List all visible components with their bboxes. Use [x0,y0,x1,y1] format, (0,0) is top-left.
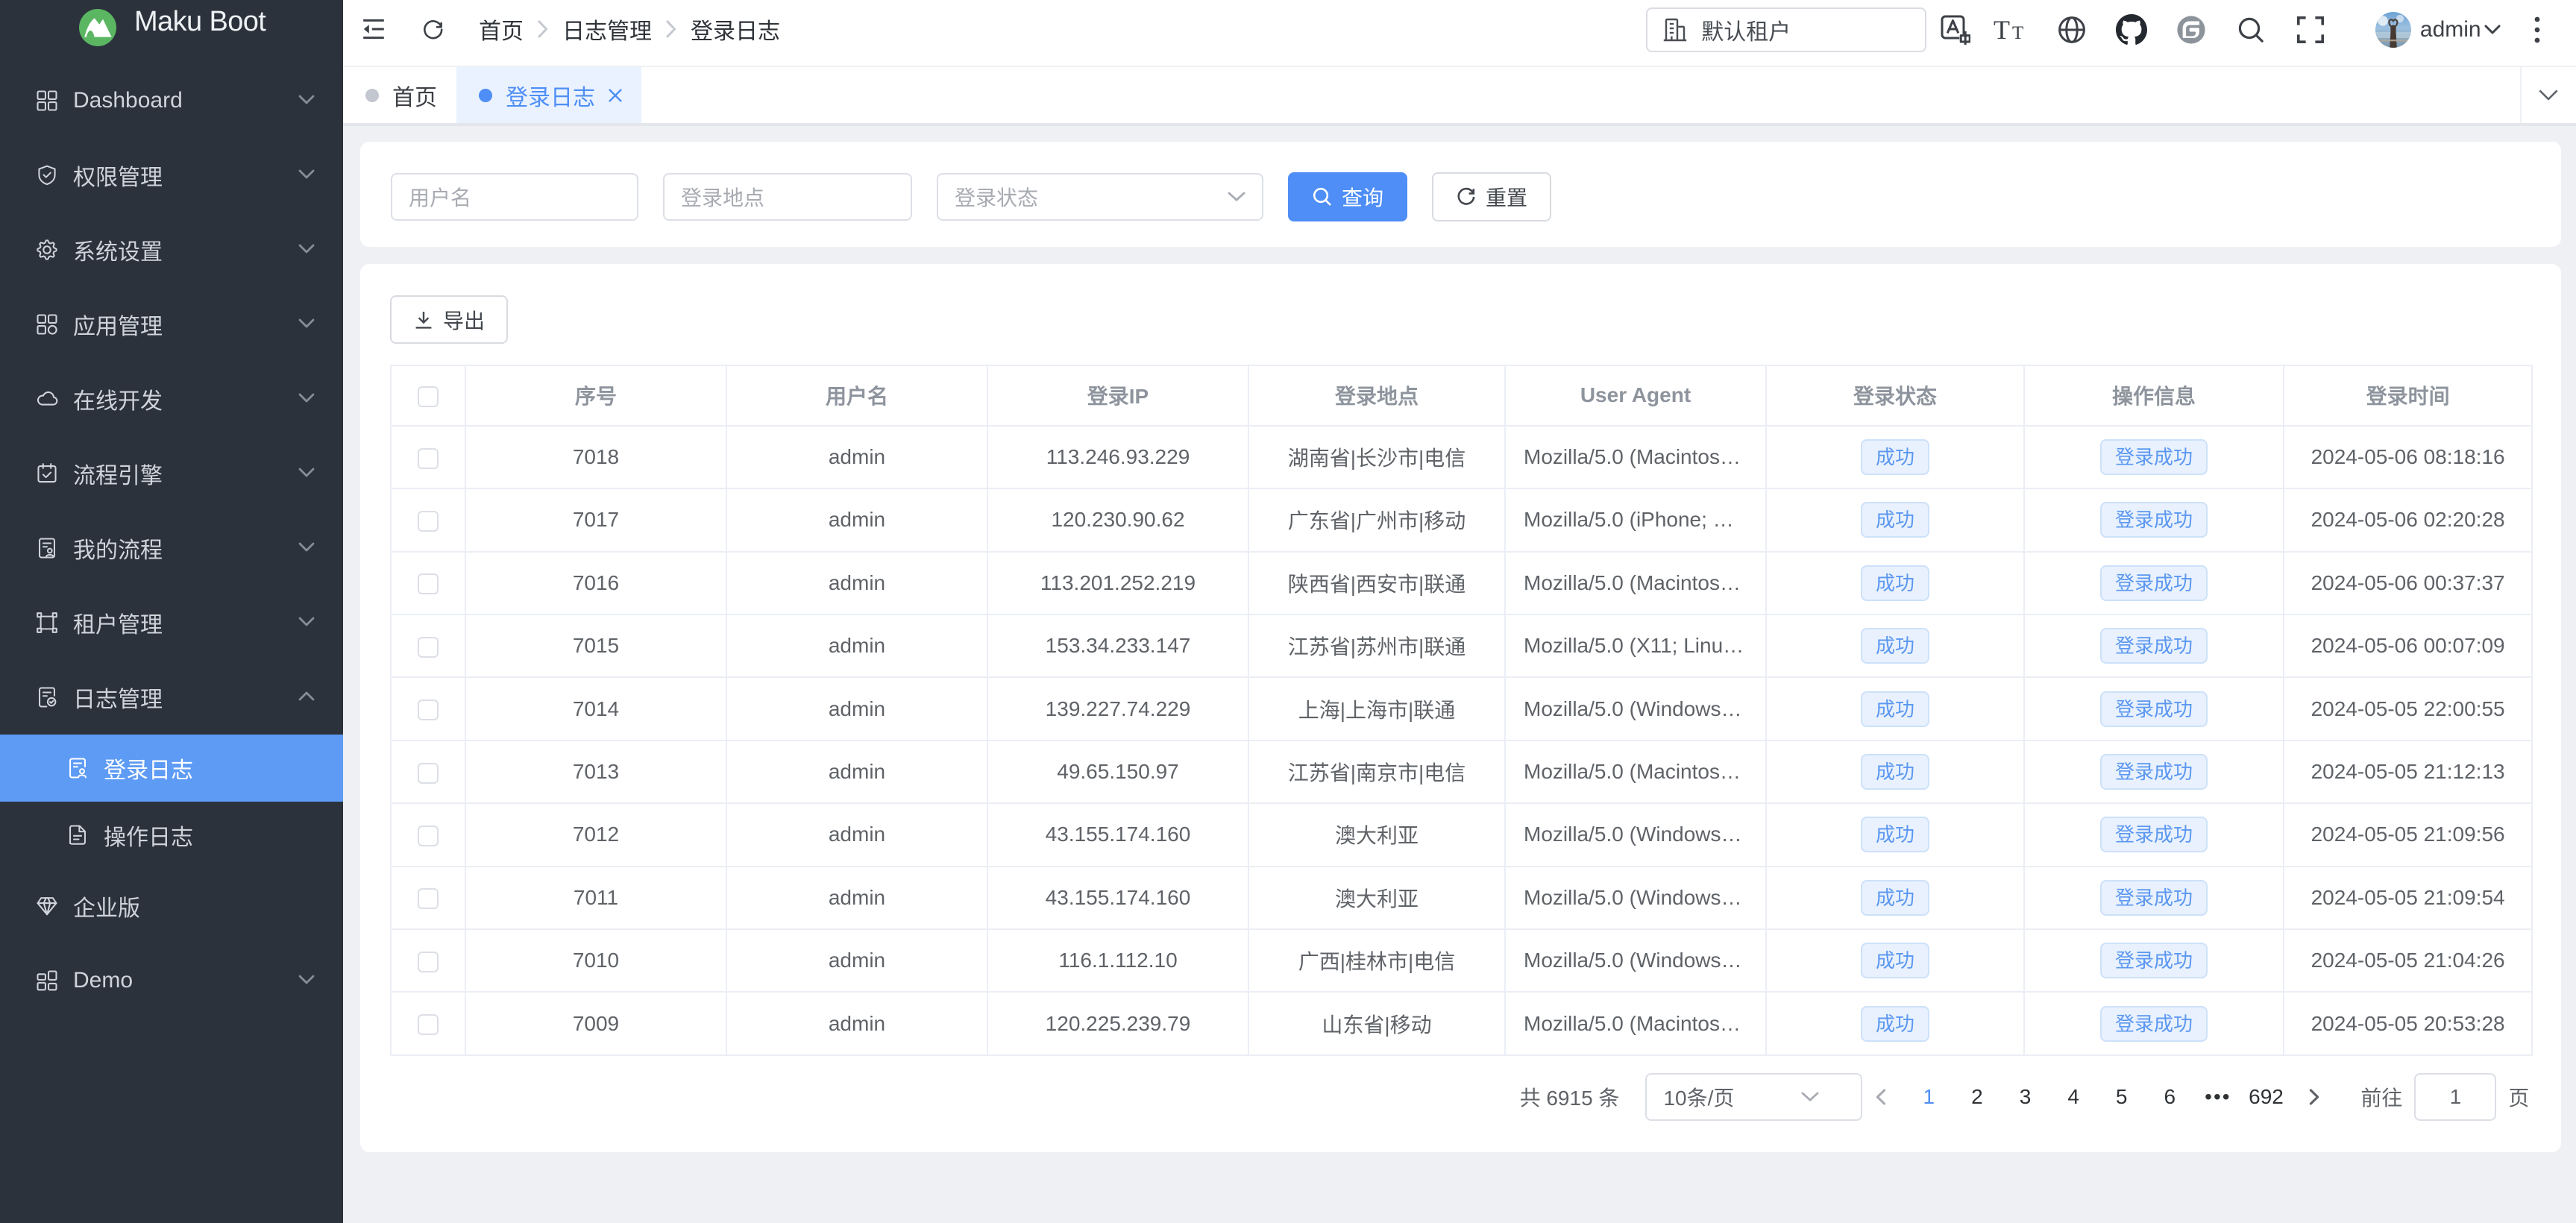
svg-text:T: T [1994,16,2010,43]
svg-text:T: T [2012,23,2023,43]
